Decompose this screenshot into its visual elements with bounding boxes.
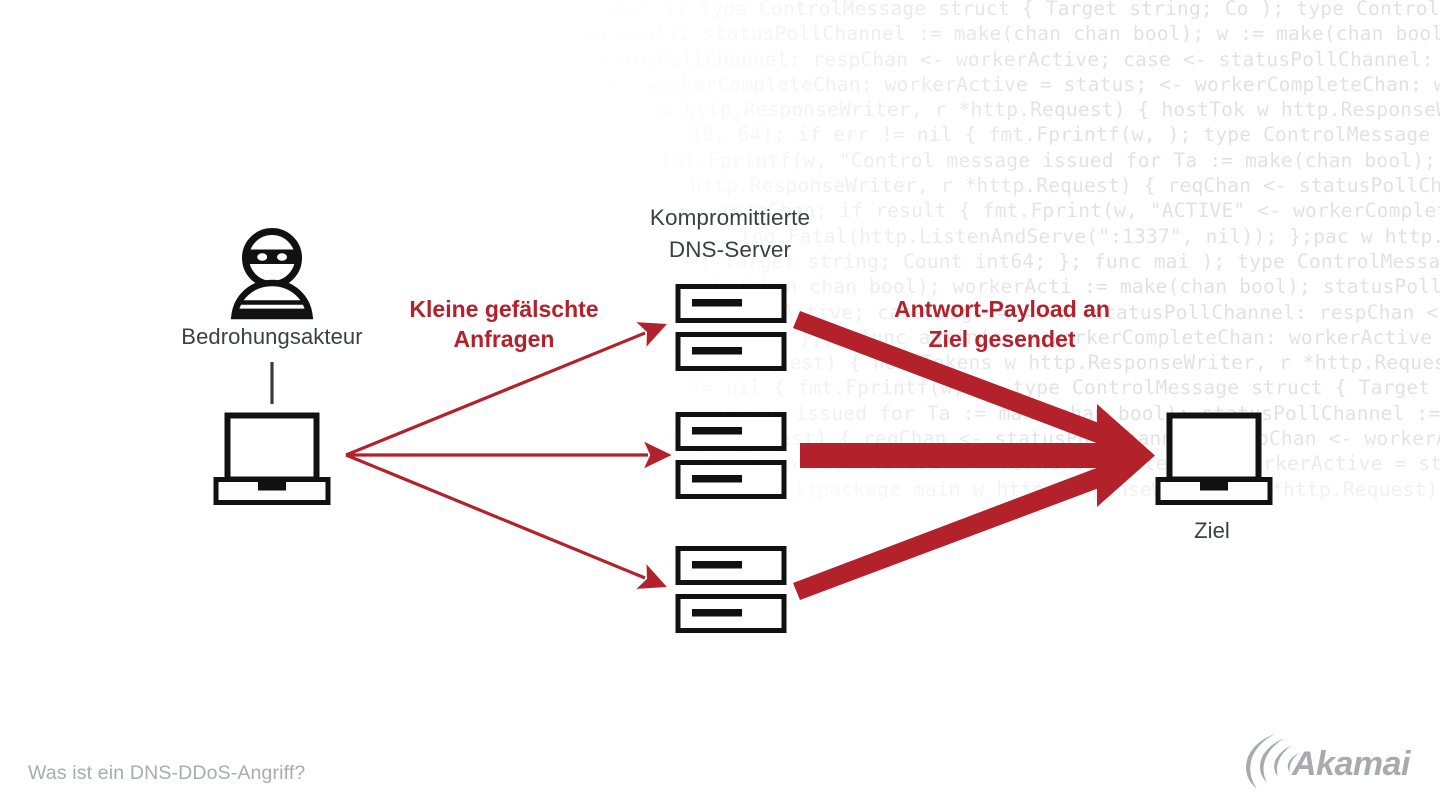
flow-arrows-payload bbox=[793, 311, 1155, 600]
server-unit bbox=[675, 460, 787, 499]
server-icon-group-2 bbox=[675, 412, 787, 499]
laptop-icon-target bbox=[1155, 412, 1273, 505]
akamai-wordmark: Akamai bbox=[1291, 745, 1412, 783]
diagram-vectors bbox=[213, 228, 1273, 633]
server-unit bbox=[675, 412, 787, 451]
target-label: Ziel bbox=[1194, 518, 1230, 543]
akamai-logo: Akamai bbox=[1246, 733, 1413, 789]
laptop-icon-attacker bbox=[213, 412, 331, 505]
request-arrow-3 bbox=[345, 453, 667, 589]
server-icon-group-1 bbox=[675, 284, 787, 371]
payload-label-line-2: Ziel gesendet bbox=[928, 326, 1076, 352]
server-unit bbox=[675, 284, 787, 323]
server-unit bbox=[675, 332, 787, 371]
flow-arrows-requests bbox=[345, 322, 672, 589]
payload-flow-label: Antwort-Payload an Ziel gesendet bbox=[856, 294, 1148, 354]
server-icon-group-3 bbox=[675, 546, 787, 633]
payload-arrow-head bbox=[1097, 404, 1155, 507]
server-unit bbox=[675, 594, 787, 633]
payload-arrow-2 bbox=[800, 443, 1115, 468]
server-unit bbox=[675, 546, 787, 585]
threat-actor-label: Bedrohungsakteur bbox=[181, 324, 363, 349]
dns-label-line-2: DNS-Server bbox=[668, 237, 792, 262]
payload-arrow-3 bbox=[793, 461, 1115, 600]
requests-label-line-2: Anfragen bbox=[453, 326, 555, 352]
dns-servers-label: Kompromittierte DNS-Server bbox=[600, 202, 860, 266]
diagram-canvas: "time" ); type ControlMessage struct { T… bbox=[0, 0, 1440, 810]
payload-label-line-1: Antwort-Payload an bbox=[894, 296, 1110, 322]
dns-label-line-1: Kompromittierte bbox=[649, 205, 811, 230]
requests-label-line-1: Kleine gefälschte bbox=[409, 296, 599, 322]
footer-caption: Was ist ein DNS-DDoS-Angriff? bbox=[28, 762, 306, 784]
requests-flow-label: Kleine gefälschte Anfragen bbox=[378, 294, 630, 354]
hacker-icon bbox=[230, 228, 314, 320]
